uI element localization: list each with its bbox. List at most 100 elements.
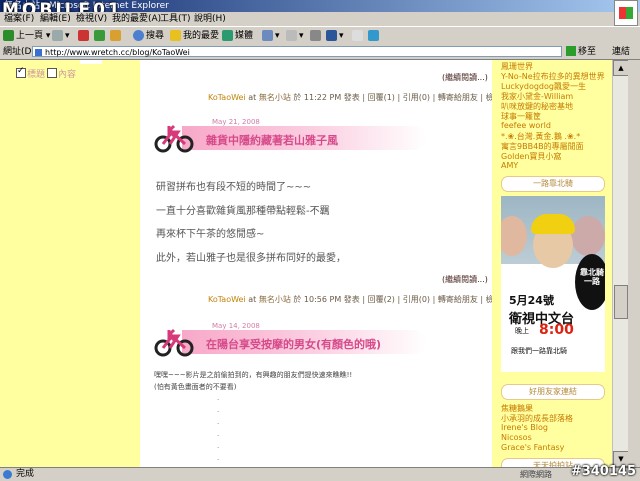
post-paragraph: 一直十分喜歡雜貨風那種帶點輕鬆-不羈 [156,206,330,217]
vertical-scrollbar[interactable]: ▲ ▼ [612,60,629,467]
page-icon [35,49,42,56]
content-checkbox-label: 內容 [58,70,77,80]
messenger-button[interactable] [368,27,381,45]
right-sidebar: 鳳珊世界 Y-No-Ne拉布拉多的異想世界 Luckydogdog飄愛一生 我家… [492,60,612,467]
messenger-icon [368,30,379,41]
post-forward-link[interactable]: 轉寄給朋友 [438,93,478,102]
status-bar: 完成 網際網路 #340145 [0,464,640,481]
promo-tagline: 跟我們一路靠北騎 [511,347,567,355]
back-button[interactable]: 上一頁 ▾ [3,27,50,45]
title-checkbox[interactable] [16,66,26,78]
title-checkbox-label: 標題 [27,70,46,80]
promo-date: 5月24號 [509,294,554,307]
sidebar-link[interactable]: feefee world [501,121,551,130]
post-paragraph: 再來杯下午茶的悠閒感~ [156,229,265,240]
address-url: http://www.wretch.cc/blog/KoTaoWei [45,48,190,57]
history-button[interactable]: ▾ [262,27,280,45]
stop-button[interactable] [78,27,91,45]
refresh-button[interactable] [94,27,107,45]
mail-icon [286,30,297,41]
main-column: (繼續閱讀...) KoTaoWei at 無名小站 於 11:22 PM 發表… [140,60,502,467]
forward-button[interactable]: ▾ [52,27,70,45]
search-label: 搜尋 [146,31,165,41]
forward-arrow-icon [52,30,63,41]
ie-page-icon [3,470,12,479]
post-time: 於 11:22 PM [293,93,342,102]
menu-tools[interactable]: 工具(T) [160,12,191,26]
menu-help[interactable]: 說明(H) [194,12,226,26]
friend-link[interactable]: Irene's Blog [501,423,548,432]
home-icon [110,30,121,41]
scroll-thumb[interactable] [614,285,628,319]
address-input[interactable]: http://www.wretch.cc/blog/KoTaoWei [32,46,562,57]
favorites-label: 我的最愛 [183,31,220,41]
post-banner: May 14, 2008 在陽台享受按摩的男女(有顏色的哦) [154,322,426,360]
post-site[interactable]: 無名小站 [259,93,291,102]
post-title[interactable]: 在陽台享受按摩的男女(有顏色的哦) [206,336,381,352]
go-button[interactable]: 移至 [578,45,596,59]
home-button[interactable] [110,27,123,45]
friend-link[interactable]: Nicosos [501,433,532,442]
favorites-button[interactable]: 我的最愛 [170,27,219,45]
post-author[interactable]: KoTaoWei [208,93,246,102]
links-button[interactable]: 連結 [612,45,630,59]
address-label: 網址(D) [3,47,35,57]
media-icon [222,30,233,41]
bicycle-logo-icon [154,124,194,153]
left-input-stub[interactable] [80,60,102,64]
scroll-up-button[interactable]: ▲ [613,60,629,76]
friend-link[interactable]: Grace's Fantasy [501,443,564,452]
post-trackback-link[interactable]: 引用(0) [403,93,430,102]
window-edge [628,60,640,467]
menu-edit[interactable]: 編輯(E) [40,12,71,26]
bicycle-logo-icon [154,328,194,357]
post-category: 發表 [343,93,360,102]
post-paragraph: 嘿嘿~~~影片是之前偷拍到的，有興趣的朋友們提快速來瞧瞧!! [154,371,353,379]
post-paragraph: 研習拼布也有段不短的時間了~~~ [156,182,312,193]
post-meta: KoTaoWei at 無名小站 於 11:22 PM 發表 | 回覆(1) |… [208,92,502,103]
post-reply-link[interactable]: 回覆(1) [368,93,395,102]
post-paragraph: (怕有黃色畫面者的不要看) [154,383,237,391]
print-button[interactable] [310,27,323,45]
dot-separator: . [217,418,220,426]
promo-banner[interactable]: 靠北騎一路 5月24號 衛視中文台 晚上 8:00 跟我們一路靠北騎 [501,196,605,372]
address-bar: 網址(D) http://www.wretch.cc/blog/KoTaoWei… [0,45,640,60]
menu-view[interactable]: 檢視(V) [76,12,107,26]
edit-word-button[interactable]: ▾ [326,27,344,45]
post-title[interactable]: 雜貨中隱約藏著若山雅子風 [206,132,338,148]
image-id-watermark: #340145 [570,464,636,479]
post-author[interactable]: KoTaoWei [208,295,246,304]
post-forward-link[interactable]: 轉寄給朋友 [438,295,478,304]
menu-favorites[interactable]: 我的最愛(A) [112,12,161,26]
search-button[interactable]: 搜尋 [133,27,164,45]
windows-logo-icon [614,0,638,26]
section-header: 一路靠北騎 [501,176,605,192]
dot-separator: . [217,454,220,462]
word-icon [326,30,337,41]
content-checkbox[interactable] [47,68,57,78]
post-category: 發表 [343,295,360,304]
menu-file[interactable]: 檔案(F) [4,12,34,26]
continue-reading-link[interactable]: (繼續閱讀...) [442,72,488,83]
post-paragraph: 此外，若山雅子也是很多拼布同好的最愛， [156,253,346,264]
post-at: at [248,295,257,304]
promo-hat [531,214,575,234]
post-trackback-link[interactable]: 引用(0) [403,295,430,304]
sidebar-link[interactable]: AMY [501,161,518,170]
continue-reading-link[interactable]: (繼續閱讀...) [442,274,488,285]
post-time: 於 10:56 PM [293,295,342,304]
media-button[interactable]: 媒體 [222,27,253,45]
menu-bar: 檔案(F) 編輯(E) 檢視(V) 我的最愛(A) 工具(T) 說明(H) [0,12,640,26]
discuss-button[interactable] [352,27,365,45]
dot-separator: . [217,442,220,450]
post-date: May 14, 2008 [212,322,260,330]
post-reply-link[interactable]: 回覆(2) [368,295,395,304]
search-icon [133,30,144,41]
status-zone: 網際網路 [520,470,552,479]
stop-icon [78,30,89,41]
post-site[interactable]: 無名小站 [259,295,291,304]
star-icon [170,30,181,41]
mail-button[interactable]: ▾ [286,27,304,45]
dot-separator: . [217,406,220,414]
go-arrow-icon[interactable] [566,46,576,56]
